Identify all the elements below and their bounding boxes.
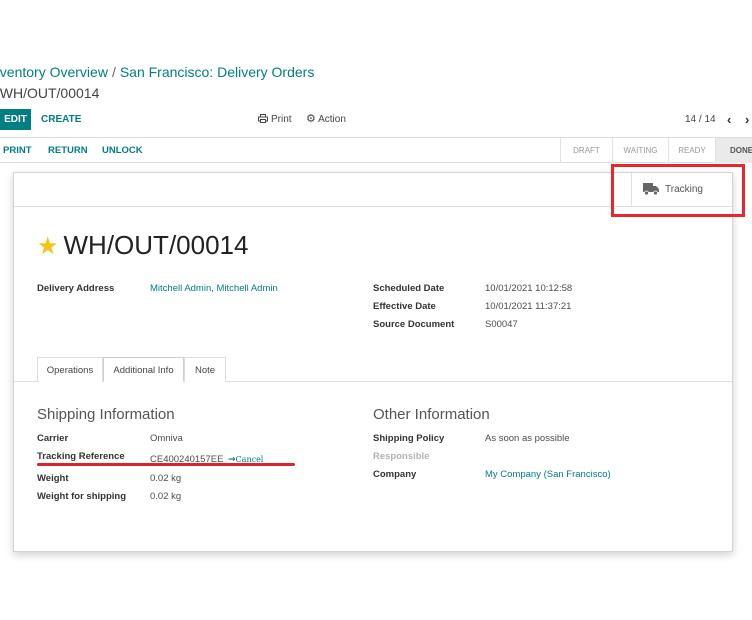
source-document-value: S00047 [485,319,518,330]
source-document-label: Source Document [373,319,455,330]
return-button[interactable]: RETURN [48,138,88,163]
action-button-label: Action [318,114,346,125]
tab-additional-info[interactable]: Additional Info [103,357,184,382]
weight-label: Weight [37,473,69,484]
create-button[interactable]: CREATE [41,109,81,130]
delivery-address-label: Delivery Address [37,283,115,294]
tab-operations[interactable]: Operations [37,357,103,382]
effective-date-label: Effective Date [373,301,436,312]
scheduled-date-label: Scheduled Date [373,283,445,294]
annotation-underline [37,463,295,466]
gear-icon: ⚙ [306,113,316,125]
breadcrumb-inventory-overview[interactable]: nventory Overview [0,64,108,80]
other-info-title: Other Information [373,406,490,423]
stage-done: DONE [715,138,752,163]
record-name: WH/OUT/00014 [63,230,249,260]
breadcrumb: nventory Overview / San Francisco: Deliver… [0,64,314,101]
responsible-label: Responsible [373,451,430,462]
company-label: Company [373,469,417,480]
weight-value: 0.02 kg [150,473,182,484]
shipping-policy-label: Shipping Policy [373,433,445,444]
shipping-info-title: Shipping Information [37,406,175,423]
breadcrumb-current: / WH/OUT/00014 [0,85,100,101]
weight-for-shipping-value: 0.02 kg [150,491,182,502]
delivery-address-link[interactable]: Mitchell Admin, Mitchell Admin [150,283,278,294]
stage-waiting: WAITING [612,138,668,163]
stage-draft: DRAFT [560,138,612,163]
pager-value[interactable]: 14 / 14 [685,109,716,130]
page-title: ★ WH/OUT/00014 [37,230,248,261]
annotation-highlight-box [611,164,745,217]
shipping-policy-value: As soon as possible [485,433,570,444]
tab-note[interactable]: Note [184,357,226,382]
printer-icon [258,114,268,123]
carrier-label: Carrier [37,433,69,444]
chevron-right-icon[interactable]: › [745,109,749,130]
edit-button[interactable]: EDIT [0,109,31,130]
carrier-value: Omniva [150,433,183,444]
scheduled-date-value: 10/01/2021 10:12:58 [485,283,573,294]
star-icon[interactable]: ★ [37,233,59,260]
action-button[interactable]: ⚙ Action [306,109,346,130]
statusbar: PRINT RETURN UNLOCK DRAFT WAITING READY … [0,137,752,163]
print-button[interactable]: Print [258,109,292,130]
tracking-reference-label: Tracking Reference [37,451,125,462]
company-link[interactable]: My Company (San Francisco) [485,469,611,480]
weight-for-shipping-label: Weight for shipping [37,491,127,502]
stage-ready: READY [668,138,715,163]
print-status-button[interactable]: PRINT [3,138,32,163]
control-panel: EDIT CREATE Print ⚙ Action 14 / 14 ‹ › [0,109,752,130]
chevron-left-icon[interactable]: ‹ [727,109,731,130]
breadcrumb-delivery-orders[interactable]: San Francisco: Delivery Orders [120,64,315,80]
breadcrumb-separator: / [111,64,116,80]
unlock-button[interactable]: UNLOCK [102,138,143,163]
form-sheet: Tracking ★ WH/OUT/00014 Delivery Address … [13,172,733,552]
effective-date-value: 10/01/2021 11:37:21 [485,301,572,312]
print-button-label: Print [271,114,292,125]
